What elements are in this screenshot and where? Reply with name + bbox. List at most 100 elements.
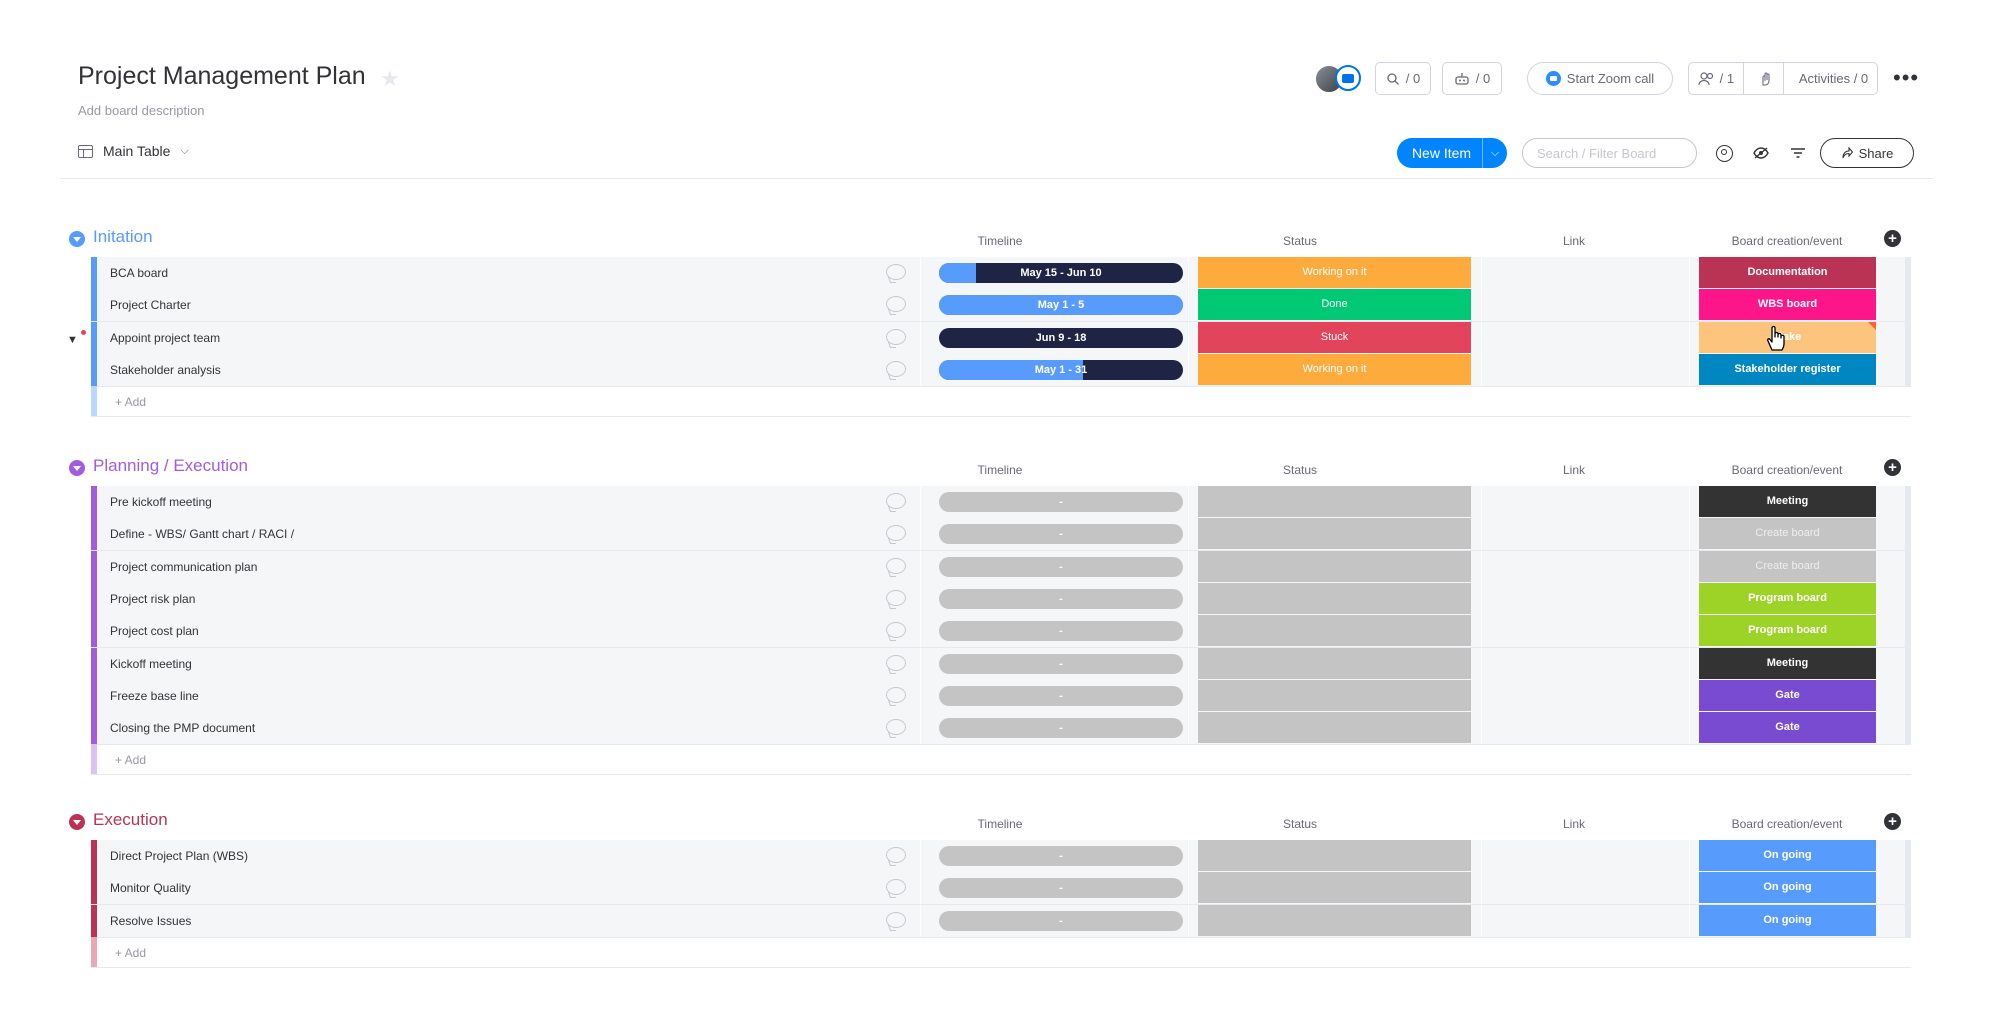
person-filter-button[interactable]	[1714, 143, 1734, 163]
item-name[interactable]: Resolve Issues	[110, 914, 191, 928]
board-creation-cell[interactable]: Gate	[1699, 679, 1876, 711]
status-cell[interactable]	[1198, 486, 1471, 517]
add-item-row[interactable]: + Add	[0, 936, 1999, 968]
updates-button[interactable]: / 0	[1375, 62, 1431, 95]
table-row[interactable]: Project communication plan - Create board	[0, 550, 1999, 584]
item-name[interactable]: Appoint project team	[110, 331, 220, 345]
link-cell[interactable]	[1482, 905, 1688, 937]
column-header-link[interactable]: Link	[1504, 463, 1644, 477]
group-title[interactable]: Planning / Execution	[93, 456, 248, 476]
start-zoom-call-button[interactable]: Start Zoom call	[1527, 62, 1673, 95]
link-cell[interactable]	[1482, 354, 1688, 386]
conversation-icon[interactable]	[886, 911, 906, 928]
item-name[interactable]: Project risk plan	[110, 592, 195, 606]
column-header-timeline[interactable]: Timeline	[930, 463, 1070, 477]
timeline-cell[interactable]: -	[939, 685, 1183, 706]
column-header-link[interactable]: Link	[1504, 234, 1644, 248]
link-cell[interactable]	[1482, 257, 1688, 289]
item-name[interactable]: Stakeholder analysis	[110, 363, 221, 377]
column-header-link[interactable]: Link	[1504, 817, 1644, 831]
table-row[interactable]: Project Charter May 1 - 5 Done WBS board	[0, 289, 1999, 323]
timeline-cell[interactable]: -	[939, 878, 1183, 899]
timeline-cell[interactable]: -	[939, 653, 1183, 674]
timeline-cell[interactable]: -	[939, 846, 1183, 866]
board-creation-cell[interactable]: Make	[1699, 321, 1876, 353]
add-item-row[interactable]: + Add	[0, 386, 1999, 418]
activities-button[interactable]: Activities / 0	[1790, 63, 1877, 94]
column-header-board-creation[interactable]: Board creation/event	[1717, 817, 1857, 831]
item-name[interactable]: Project Charter	[110, 298, 191, 312]
timeline-cell[interactable]: -	[939, 492, 1183, 512]
column-header-timeline[interactable]: Timeline	[930, 234, 1070, 248]
item-name[interactable]: Direct Project Plan (WBS)	[110, 849, 248, 863]
search-filter-input[interactable]	[1522, 138, 1697, 168]
table-row[interactable]: Appoint project team Jun 9 - 18 Stuck Make	[0, 321, 1999, 355]
status-cell[interactable]	[1198, 550, 1471, 582]
new-item-button[interactable]: New Item ⌵	[1397, 138, 1507, 168]
conversation-icon[interactable]	[886, 328, 906, 345]
add-column-icon[interactable]: +	[1884, 813, 1901, 830]
collapse-group-icon[interactable]	[69, 231, 85, 247]
item-name[interactable]: Kickoff meeting	[110, 657, 192, 671]
board-subscribers[interactable]	[1315, 65, 1365, 93]
board-creation-cell[interactable]: On going	[1699, 904, 1876, 936]
link-cell[interactable]	[1482, 615, 1688, 647]
link-cell[interactable]	[1482, 583, 1688, 615]
table-row[interactable]: Stakeholder analysis May 1 - 31 Working on…	[0, 353, 1999, 387]
board-creation-cell[interactable]: On going	[1699, 872, 1876, 904]
status-cell[interactable]	[1198, 840, 1471, 871]
chevron-down-icon[interactable]: ⌵	[1482, 138, 1507, 168]
board-title[interactable]: Project Management Plan	[78, 62, 366, 91]
collapse-group-icon[interactable]	[69, 460, 85, 476]
more-options-icon[interactable]: •••	[1893, 65, 1919, 91]
link-cell[interactable]	[1482, 486, 1688, 518]
timeline-cell[interactable]: May 1 - 31	[939, 359, 1183, 380]
status-cell[interactable]	[1198, 872, 1471, 904]
board-description[interactable]: Add board description	[78, 103, 204, 118]
row-menu-icon[interactable]: ▼	[67, 334, 78, 346]
table-row[interactable]: Freeze base line - Gate	[0, 679, 1999, 713]
table-row[interactable]: Define - WBS/ Gantt chart / RACI / - Creat…	[0, 518, 1999, 552]
favorite-star-icon[interactable]: ★	[380, 66, 400, 92]
item-name[interactable]: Monitor Quality	[110, 881, 191, 895]
item-name[interactable]: Project communication plan	[110, 560, 257, 574]
add-column-icon[interactable]: +	[1884, 459, 1901, 476]
timeline-cell[interactable]: -	[939, 556, 1183, 577]
status-cell[interactable]	[1198, 615, 1471, 647]
group-title[interactable]: Initation	[93, 227, 153, 247]
table-row[interactable]: Resolve Issues - On going	[0, 904, 1999, 938]
item-name[interactable]: Closing the PMP document	[110, 721, 255, 735]
members-button[interactable]: / 1	[1689, 63, 1744, 94]
add-item-button[interactable]: + Add	[115, 753, 146, 767]
timeline-cell[interactable]: May 15 - Jun 10	[939, 263, 1183, 283]
status-cell[interactable]: Done	[1198, 289, 1471, 321]
link-cell[interactable]	[1482, 872, 1688, 904]
link-cell[interactable]	[1482, 289, 1688, 321]
integrations-button[interactable]: / 0	[1442, 62, 1502, 95]
board-creation-cell[interactable]: Gate	[1699, 712, 1876, 744]
table-row[interactable]: Kickoff meeting - Meeting	[0, 647, 1999, 681]
chevron-down-icon[interactable]: ⌵	[180, 145, 188, 158]
board-creation-cell[interactable]: Create board	[1699, 518, 1876, 550]
conversation-icon[interactable]	[886, 557, 906, 574]
column-header-timeline[interactable]: Timeline	[930, 817, 1070, 831]
board-creation-cell[interactable]: Meeting	[1699, 486, 1876, 517]
conversation-icon[interactable]	[886, 589, 906, 606]
column-header-status[interactable]: Status	[1230, 234, 1370, 248]
automations-button[interactable]	[1750, 63, 1784, 94]
timeline-cell[interactable]: May 1 - 5	[939, 295, 1183, 316]
link-cell[interactable]	[1482, 518, 1688, 550]
item-name[interactable]: Define - WBS/ Gantt chart / RACI /	[110, 527, 294, 541]
conversation-icon[interactable]	[886, 847, 906, 863]
timeline-cell[interactable]: -	[939, 621, 1183, 642]
conversation-icon[interactable]	[886, 360, 906, 377]
board-creation-cell[interactable]: Stakeholder register	[1699, 353, 1876, 385]
item-name[interactable]: Pre kickoff meeting	[110, 495, 212, 509]
link-cell[interactable]	[1482, 712, 1688, 744]
table-row[interactable]: Pre kickoff meeting - Meeting	[0, 486, 1999, 519]
add-column-icon[interactable]: +	[1884, 230, 1901, 247]
add-item-row[interactable]: + Add	[0, 744, 1999, 776]
conversation-icon[interactable]	[886, 493, 906, 509]
table-row[interactable]: BCA board May 15 - Jun 10 Working on it Doc…	[0, 257, 1999, 290]
link-cell[interactable]	[1482, 648, 1688, 680]
